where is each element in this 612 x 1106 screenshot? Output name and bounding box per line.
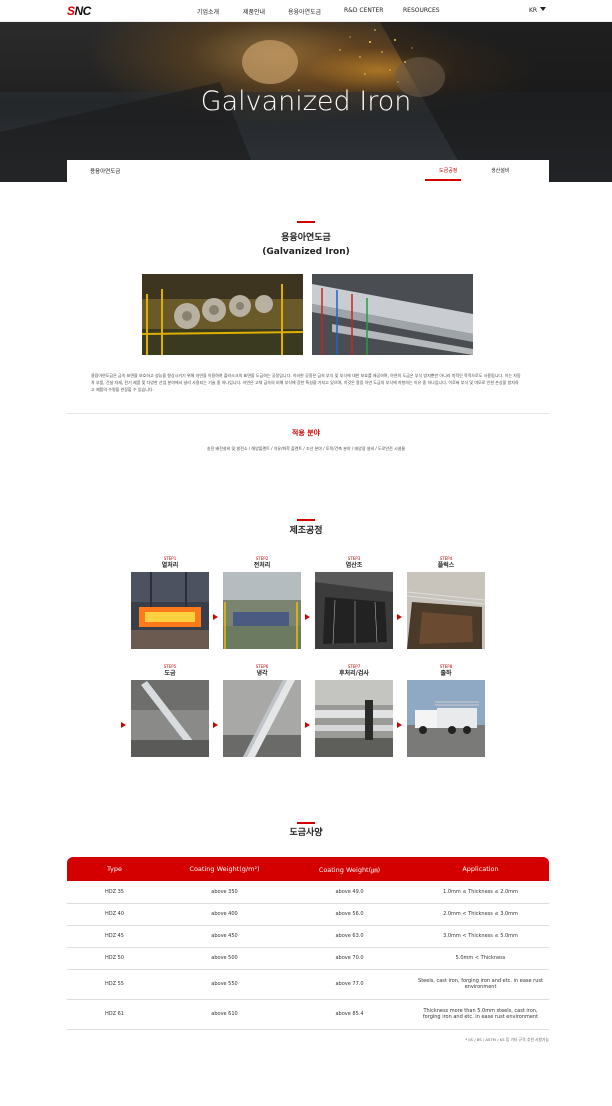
hero-banner: Galvanized Iron (0, 22, 612, 182)
sub-navigation: 용융아연도금 도금공정 생산설비 (67, 160, 549, 182)
table-cell: 5.0mm < Thickness (412, 947, 549, 970)
pretreatment-photo (223, 572, 301, 649)
table-cell: Thickness more than 5.0mm steels, cast i… (412, 999, 549, 1030)
language-label: KR (529, 7, 538, 14)
step-name: 냉각 (256, 670, 268, 677)
snc-logo[interactable]: SNC (67, 4, 91, 18)
table-cell: above 350 (162, 881, 287, 904)
table-cell: above 49.0 (287, 881, 412, 904)
table-cell: above 550 (162, 969, 287, 1000)
table-cell: HDZ 55 (67, 969, 162, 1000)
application-fields: 송전 배전설비 및 발전소 / 해양플랜트 / 석유/화학 플랜트 / 조선 분… (206, 446, 406, 451)
intro-description: 용융아연도금은 금속 표면을 보호하고 성능을 향상시키기 위해 아연을 이용하… (91, 373, 521, 392)
column-header: Type (67, 857, 162, 881)
chevron-down-icon (540, 7, 547, 11)
nav-item-products[interactable]: 제품안내 (243, 7, 265, 16)
column-header: Application (412, 857, 549, 881)
table-cell: HDZ 50 (67, 947, 162, 970)
process-step-3: STEP3 염산조 (315, 556, 393, 649)
process-step-1: STEP1 열처리 (131, 556, 209, 649)
table-cell: 1.0mm ≤ Thickness ≤ 2.0mm (412, 881, 549, 904)
step-name: 열처리 (161, 562, 179, 569)
table-cell: above 400 (162, 903, 287, 926)
intro-title-ko: 용융아연도금 (281, 233, 331, 243)
process-step-4: STEP4 플럭스 (407, 556, 485, 649)
table-row: HDZ 61 above 610 above 85.4 Thickness mo… (67, 999, 549, 1030)
spec-title: 도금사양 (289, 828, 323, 838)
table-row: HDZ 50 above 500 above 70.0 5.0mm < Thic… (67, 947, 549, 970)
table-cell: HDZ 40 (67, 903, 162, 926)
table-cell: 3.0mm < Thickness ≤ 5.0mm (412, 925, 549, 948)
section-accent-bar (297, 221, 315, 223)
table-cell: above 500 (162, 947, 287, 970)
shipping-photo (407, 680, 485, 757)
galvanizing-factory-photo (142, 274, 303, 355)
furnace-photo (131, 572, 209, 649)
step-name: 도금 (164, 670, 176, 677)
table-cell: HDZ 35 (67, 881, 162, 904)
table-cell: above 610 (162, 999, 287, 1030)
process-step-5: STEP5 도금 (131, 664, 209, 757)
top-navigation: SNC 기업소개 제품안내 용융아연도금 R&D CENTER RESOURCE… (0, 0, 612, 22)
step-name: 전처리 (253, 562, 271, 569)
intro-title-en: (Galvanized Iron) (262, 247, 350, 257)
process-step-2: STEP2 전처리 (223, 556, 301, 649)
spec-footnote: * JIS / BS / ASTM / KS 등 기타 규격 추천 사항가능 (465, 1037, 549, 1042)
table-cell: HDZ 45 (67, 925, 162, 948)
step-name: 후처리/검사 (339, 670, 369, 677)
table-cell: Steels, cast iron, forging iron and etc.… (412, 969, 549, 1000)
table-cell: 2.0mm < Thickness ≤ 3.0mm (412, 903, 549, 926)
process-step-8: STEP8 출하 (407, 664, 485, 757)
nav-item-resources[interactable]: RESOURCES (403, 7, 440, 14)
section-title: 용융아연도금 (90, 169, 121, 175)
table-row: HDZ 45 above 450 above 63.0 3.0mm < Thic… (67, 925, 549, 948)
column-header: Coating Weight(g/m²) (162, 857, 287, 881)
nav-item-galvanizing[interactable]: 용융아연도금 (288, 7, 321, 16)
flux-tank-photo (407, 572, 485, 649)
section-accent-bar (297, 822, 315, 824)
table-cell: above 450 (162, 925, 287, 948)
hero-title: Galvanized Iron (200, 86, 412, 117)
active-tab-indicator (425, 179, 461, 181)
section-accent-bar (297, 519, 315, 521)
step-name: 염산조 (345, 562, 363, 569)
table-cell: HDZ 61 (67, 999, 162, 1030)
table-cell: above 85.4 (287, 999, 412, 1030)
step-name: 플럭스 (437, 562, 455, 569)
tab-process[interactable]: 도금공정 (439, 167, 457, 174)
process-step-7: STEP7 후처리/검사 (315, 664, 393, 757)
process-title: 제조공정 (289, 526, 323, 536)
coating-spec-table: Type Coating Weight(g/m²) Coating Weight… (67, 857, 549, 1030)
process-step-6: STEP6 냉각 (223, 664, 301, 757)
arrow-right-icon (305, 722, 310, 728)
column-header: Coating Weight(㎛) (287, 857, 412, 881)
table-cell: above 70.0 (287, 947, 412, 970)
arrow-right-icon (305, 614, 310, 620)
table-row: HDZ 55 above 550 above 77.0 Steels, cast… (67, 969, 549, 1000)
arrow-right-icon (213, 722, 218, 728)
step-name: 출하 (440, 670, 452, 677)
divider (67, 413, 549, 414)
cable-tray-photo (312, 274, 473, 355)
language-selector[interactable]: KR (529, 7, 547, 14)
table-row: HDZ 35 above 350 above 49.0 1.0mm ≤ Thic… (67, 881, 549, 904)
arrow-right-icon (213, 614, 218, 620)
table-cell: above 56.0 (287, 903, 412, 926)
nav-item-rnd-center[interactable]: R&D CENTER (344, 7, 383, 14)
table-row: HDZ 40 above 400 above 56.0 2.0mm < Thic… (67, 903, 549, 926)
application-title: 적용 분야 (291, 429, 321, 437)
arrow-right-icon (397, 614, 402, 620)
nav-item-company[interactable]: 기업소개 (197, 7, 219, 16)
acid-tank-photo (315, 572, 393, 649)
tab-facilities[interactable]: 생산설비 (491, 167, 509, 174)
galvanizing-photo (131, 680, 209, 757)
arrow-right-icon (121, 722, 126, 728)
table-cell: above 63.0 (287, 925, 412, 948)
cooling-photo (223, 680, 301, 757)
arrow-right-icon (397, 722, 402, 728)
inspection-photo (315, 680, 393, 757)
table-cell: above 77.0 (287, 969, 412, 1000)
